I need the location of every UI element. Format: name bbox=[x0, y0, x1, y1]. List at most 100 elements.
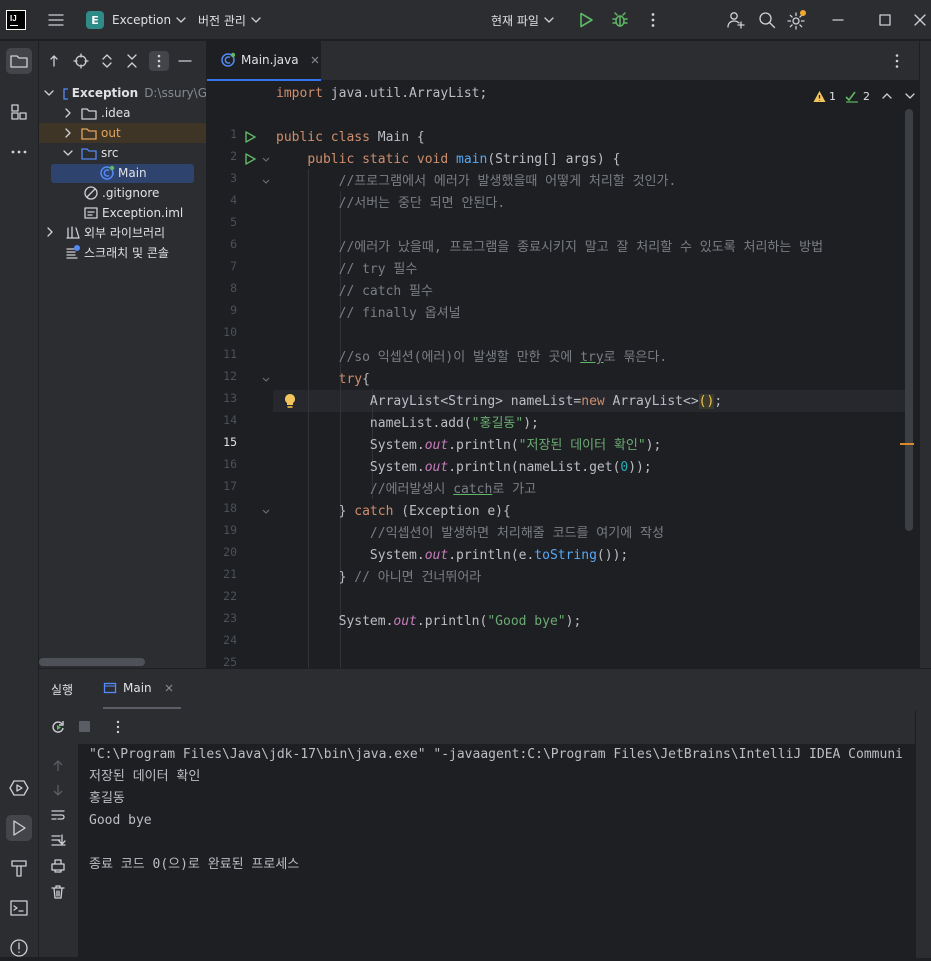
line-number: 4 bbox=[230, 193, 237, 207]
inspection-widget[interactable]: 1 2 bbox=[813, 87, 916, 105]
debug-button[interactable] bbox=[611, 0, 629, 40]
tree-item-main[interactable]: Main bbox=[39, 163, 206, 183]
tree-item-scratches[interactable]: 스크래치 및 콘솔 bbox=[39, 242, 206, 262]
structure-tool-button[interactable] bbox=[6, 99, 32, 125]
project-name: Exception bbox=[112, 13, 172, 27]
tree-item-label: out bbox=[101, 126, 121, 140]
vcs-widget[interactable]: 버전 관리 bbox=[198, 0, 262, 40]
code-line[interactable]: try{ bbox=[276, 369, 370, 391]
more-vertical-icon[interactable] bbox=[889, 52, 905, 70]
hide-panel-icon[interactable] bbox=[177, 53, 193, 69]
run-tool-button[interactable] bbox=[6, 815, 32, 841]
tree-item-project-root[interactable]: Exception D:\ssury\G bbox=[39, 83, 206, 103]
soft-wrap-icon[interactable] bbox=[50, 808, 66, 822]
code-line[interactable]: // finally 옵셔널 bbox=[276, 303, 461, 325]
source-folder-icon bbox=[81, 148, 97, 160]
tree-item-idea[interactable]: .idea bbox=[39, 103, 206, 123]
code-line[interactable]: System.out.println("Good bye"); bbox=[276, 611, 582, 633]
app-logo[interactable]: IJ bbox=[6, 0, 26, 40]
chevron-down-icon[interactable] bbox=[904, 90, 916, 102]
tree-item-src[interactable]: src bbox=[39, 143, 206, 163]
close-tab-icon[interactable] bbox=[309, 54, 321, 66]
add-user-button[interactable] bbox=[726, 0, 746, 40]
code-line[interactable]: // try 필수 bbox=[276, 259, 418, 281]
more-vertical-icon[interactable] bbox=[110, 719, 126, 735]
code-line[interactable]: System.out.println(nameList.get(0)); bbox=[276, 457, 652, 479]
more-tools-button[interactable] bbox=[6, 139, 32, 165]
tree-item-label: Exception.iml bbox=[102, 206, 184, 220]
stop-icon[interactable] bbox=[79, 721, 90, 732]
terminal-tool-button[interactable] bbox=[6, 895, 32, 921]
more-actions-button[interactable] bbox=[645, 0, 661, 40]
code-line[interactable]: nameList.add("홍길동"); bbox=[276, 413, 539, 435]
run-gutter-icon[interactable] bbox=[243, 130, 257, 144]
scroll-to-end-icon[interactable] bbox=[50, 833, 66, 847]
code-line[interactable]: //익셉션이 발생하면 처리해줄 코드를 여기에 작성 bbox=[276, 523, 664, 545]
expand-arrows-icon[interactable] bbox=[47, 54, 61, 68]
print-icon[interactable] bbox=[50, 858, 66, 874]
close-button[interactable] bbox=[912, 0, 928, 40]
right-tool-strip bbox=[919, 41, 931, 668]
typo-count: 2 bbox=[863, 89, 870, 103]
close-icon bbox=[914, 14, 926, 26]
expand-all-icon[interactable] bbox=[100, 53, 114, 69]
code-line[interactable]: System.out.println(e.toString()); bbox=[276, 545, 628, 567]
code-line[interactable]: public class Main { bbox=[276, 127, 425, 149]
fold-icon[interactable] bbox=[261, 177, 271, 187]
chevron-up-icon[interactable] bbox=[881, 90, 893, 102]
arrow-down-icon[interactable] bbox=[51, 783, 65, 797]
code-line[interactable]: } // 아니면 건너뛰어라 bbox=[276, 567, 482, 589]
tree-item-out[interactable]: out bbox=[39, 123, 206, 143]
code-line[interactable]: System.out.println("저장된 데이터 확인"); bbox=[276, 435, 661, 457]
services-tool-button[interactable] bbox=[6, 775, 32, 801]
console-line: 저장된 데이터 확인 bbox=[89, 769, 201, 784]
line-number: 24 bbox=[223, 633, 237, 647]
fold-icon[interactable] bbox=[261, 155, 271, 165]
tree-item-iml[interactable]: Exception.iml bbox=[39, 203, 206, 223]
tree-item-label: 스크래치 및 콘솔 bbox=[84, 245, 169, 260]
build-tool-button[interactable] bbox=[6, 855, 32, 881]
run-gutter-icon[interactable] bbox=[243, 152, 257, 166]
maximize-button[interactable] bbox=[877, 0, 893, 40]
main-menu-button[interactable] bbox=[46, 0, 66, 40]
console-output[interactable]: "C:\Program Files\Java\jdk-17\bin\java.e… bbox=[78, 744, 916, 958]
rerun-button[interactable] bbox=[50, 719, 66, 735]
trash-icon[interactable] bbox=[50, 884, 66, 900]
fold-icon[interactable] bbox=[261, 507, 271, 517]
module-folder-icon bbox=[63, 88, 68, 100]
tab-main-java[interactable]: Main.java bbox=[207, 41, 321, 81]
tree-item-external-libraries[interactable]: 외부 라이브러리 bbox=[39, 222, 206, 242]
fold-icon[interactable] bbox=[261, 375, 271, 385]
update-badge bbox=[800, 10, 806, 16]
settings-button[interactable] bbox=[786, 0, 808, 40]
problems-tool-button[interactable] bbox=[6, 935, 32, 961]
code-line[interactable]: // catch 필수 bbox=[276, 281, 433, 303]
locate-icon[interactable] bbox=[73, 53, 89, 69]
add-user-icon bbox=[727, 12, 745, 29]
code-line[interactable]: } catch (Exception e){ bbox=[276, 501, 511, 523]
project-widget[interactable]: E Exception bbox=[86, 0, 187, 40]
search-button[interactable] bbox=[757, 0, 777, 40]
horizontal-scrollbar[interactable] bbox=[39, 658, 145, 666]
code-line[interactable]: import java.util.ArrayList; bbox=[276, 83, 487, 105]
options-button[interactable] bbox=[149, 51, 169, 71]
code-line[interactable]: //서버는 중단 되면 안된다. bbox=[276, 193, 506, 215]
run-button[interactable] bbox=[577, 0, 595, 40]
more-vertical-icon bbox=[157, 54, 161, 68]
tree-item-gitignore[interactable]: .gitignore bbox=[39, 183, 206, 203]
code-line[interactable]: //so 익셉션(에러)이 발생할 만한 곳에 try로 묶은다. bbox=[276, 347, 668, 369]
arrow-up-icon[interactable] bbox=[51, 759, 65, 773]
code-line[interactable]: public static void main(String[] args) { bbox=[276, 149, 620, 171]
vertical-scrollbar[interactable] bbox=[905, 109, 913, 531]
code-line-current[interactable]: ArrayList<String> nameList=new ArrayList… bbox=[276, 391, 722, 413]
code-line[interactable]: //프로그램에서 에러가 발생했을때 어떻게 처리할 것인가. bbox=[276, 171, 677, 193]
bug-icon bbox=[612, 12, 628, 27]
run-config-selector[interactable]: 현재 파일 bbox=[491, 0, 555, 40]
intellij-logo-icon: IJ bbox=[6, 10, 26, 30]
line-number: 8 bbox=[230, 281, 237, 295]
project-tool-button[interactable] bbox=[6, 48, 32, 74]
minimize-button[interactable] bbox=[830, 0, 846, 40]
code-line[interactable]: //에러발생시 catch로 가고 bbox=[276, 479, 536, 501]
collapse-all-icon[interactable] bbox=[125, 53, 139, 69]
code-line[interactable]: //에러가 났을때, 프로그램을 종료시키지 말고 잘 처리할 수 있도록 처리… bbox=[276, 237, 823, 259]
